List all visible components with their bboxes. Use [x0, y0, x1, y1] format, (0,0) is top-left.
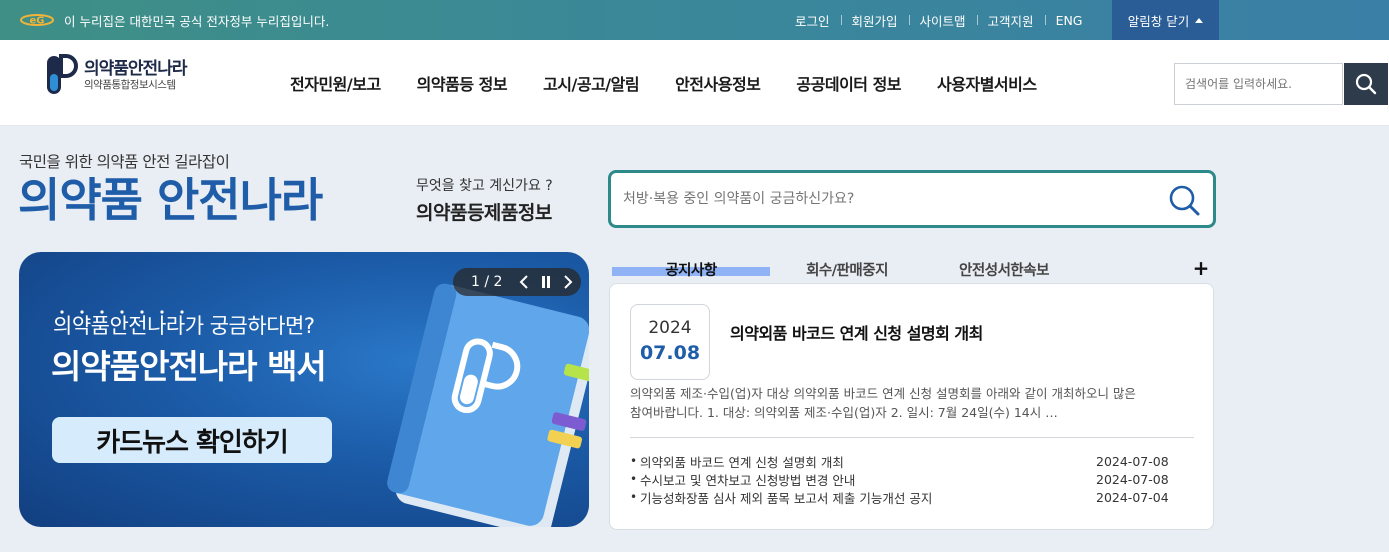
pager-count: 1 / 2: [471, 274, 503, 290]
notice-item-date: 2024-07-08: [1096, 453, 1169, 469]
logo-mark-icon: [47, 54, 78, 94]
notice-tabs: 공지사항 회수/판매중지 안전성서한속보: [612, 256, 1212, 281]
bullet-icon: •: [630, 490, 638, 504]
search-icon: [1355, 73, 1377, 95]
header-search-button[interactable]: [1344, 63, 1388, 105]
book-illustration: [387, 283, 589, 527]
banner-pager: 1 / 2: [453, 268, 581, 296]
banner-title: 의약품안전나라 백서: [51, 347, 327, 386]
notice-item-title: 수시보고 및 연차보고 신청방법 변경 안내: [640, 472, 856, 488]
notice-panel: 2024 07.08 의약외품 바코드 연계 신청 설명회 개최 의약외품 제조…: [609, 283, 1214, 530]
english-link[interactable]: ENG: [1044, 13, 1094, 28]
nav-item-e-petition[interactable]: 전자민원/보고: [272, 71, 399, 95]
main-nav: 전자민원/보고 의약품등 정보 고시/공고/알림 안전사용정보 공공데이터 정보…: [272, 40, 1055, 126]
search-category[interactable]: 의약품등제품정보: [416, 198, 552, 225]
featured-year: 2024: [648, 318, 692, 338]
site-logo[interactable]: 의약품안전나라 의약품통합정보시스템: [44, 50, 214, 100]
caret-up-icon: [1195, 17, 1204, 23]
gov-notice-text: 이 누리집은 대한민국 공식 전자정부 누리집입니다.: [64, 13, 330, 29]
nav-item-drug-info[interactable]: 의약품등 정보: [399, 71, 525, 95]
header-search-input[interactable]: [1174, 63, 1343, 105]
pause-slide-button[interactable]: [535, 268, 557, 296]
prev-slide-button[interactable]: [513, 268, 535, 296]
featured-month-day: 07.08: [639, 342, 701, 364]
tab-notices[interactable]: 공지사항: [612, 259, 770, 281]
featured-notice-body: 의약외품 제조·수입(업)자 대상 의약외품 바코드 연계 신청 설명회를 아래…: [630, 386, 1136, 420]
bullet-icon: •: [630, 454, 638, 468]
notice-list: • 의약외품 바코드 연계 신청 설명회 개최 2024-07-08 • 수시보…: [630, 452, 1170, 506]
nav-item-public-data[interactable]: 공공데이터 정보: [778, 71, 919, 95]
tab-recalls[interactable]: 회수/판매중지: [772, 259, 922, 281]
site-header: 의약품안전나라 의약품통합정보시스템 전자민원/보고 의약품등 정보 고시/공고…: [0, 40, 1389, 126]
list-item[interactable]: • 의약외품 바코드 연계 신청 설명회 개최 2024-07-08: [630, 452, 1170, 470]
main-search-input[interactable]: [623, 173, 1163, 225]
gov-banner: eG 이 누리집은 대한민국 공식 전자정부 누리집입니다. 로그인 회원가입 …: [0, 0, 1389, 40]
banner-subtitle: 의약품안전나라가 궁금하다면?: [53, 314, 315, 338]
pause-icon: [542, 276, 550, 288]
list-item[interactable]: • 기능성화장품 심사 제외 품목 보고서 제출 기능개선 공지 2024-07…: [630, 488, 1170, 506]
tab-safety-letters[interactable]: 안전성서한속보: [930, 259, 1078, 281]
gov-notice: eG 이 누리집은 대한민국 공식 전자정부 누리집입니다.: [20, 0, 329, 40]
chevron-left-icon: [519, 275, 528, 289]
main-search-icon[interactable]: [1167, 183, 1201, 217]
next-slide-button[interactable]: [557, 268, 579, 296]
divider: [630, 437, 1194, 438]
list-item[interactable]: • 수시보고 및 연차보고 신청방법 변경 안내 2024-07-08: [630, 470, 1170, 488]
more-notices-button[interactable]: +: [1192, 256, 1210, 280]
login-link[interactable]: 로그인: [784, 11, 841, 30]
logo-subtitle: 의약품통합정보시스템: [84, 78, 176, 91]
chevron-right-icon: [564, 275, 573, 289]
gov-emblem-icon: eG: [20, 13, 54, 27]
nav-item-notices[interactable]: 고시/공고/알림: [525, 71, 657, 95]
notice-item-date: 2024-07-08: [1096, 471, 1169, 487]
close-banner-button[interactable]: 알림창 닫기: [1112, 0, 1219, 40]
notice-item-title: 기능성화장품 심사 제외 품목 보고서 제출 기능개선 공지: [640, 490, 933, 506]
close-banner-label: 알림창 닫기: [1127, 13, 1190, 29]
logo-title: 의약품안전나라: [84, 58, 187, 79]
card-news-button[interactable]: 카드뉴스 확인하기: [52, 417, 332, 463]
bullet-icon: •: [630, 472, 638, 486]
promo-banner[interactable]: 의약품안전나라가 궁금하다면? 의약품안전나라 백서 카드뉴스 확인하기 1 /…: [19, 252, 589, 527]
search-question: 무엇을 찾고 계신가요 ?: [416, 178, 553, 194]
utility-links: 로그인 회원가입 사이트맵 고객지원 ENG: [784, 0, 1094, 40]
featured-notice-title[interactable]: 의약외품 바코드 연계 신청 설명회 개최: [730, 320, 983, 344]
svg-text:eG: eG: [30, 16, 45, 27]
hero-title: 의약품 안전나라: [18, 173, 323, 227]
main-search-box: [608, 170, 1216, 228]
notice-item-date: 2024-07-04: [1096, 489, 1169, 505]
nav-item-safety-info[interactable]: 안전사용정보: [657, 71, 778, 95]
featured-date: 2024 07.08: [630, 304, 710, 380]
signup-link[interactable]: 회원가입: [840, 11, 909, 30]
nav-item-user-services[interactable]: 사용자별서비스: [919, 71, 1055, 95]
sitemap-link[interactable]: 사이트맵: [908, 11, 977, 30]
support-link[interactable]: 고객지원: [976, 11, 1045, 30]
notice-item-title: 의약외품 바코드 연계 신청 설명회 개최: [640, 454, 844, 470]
